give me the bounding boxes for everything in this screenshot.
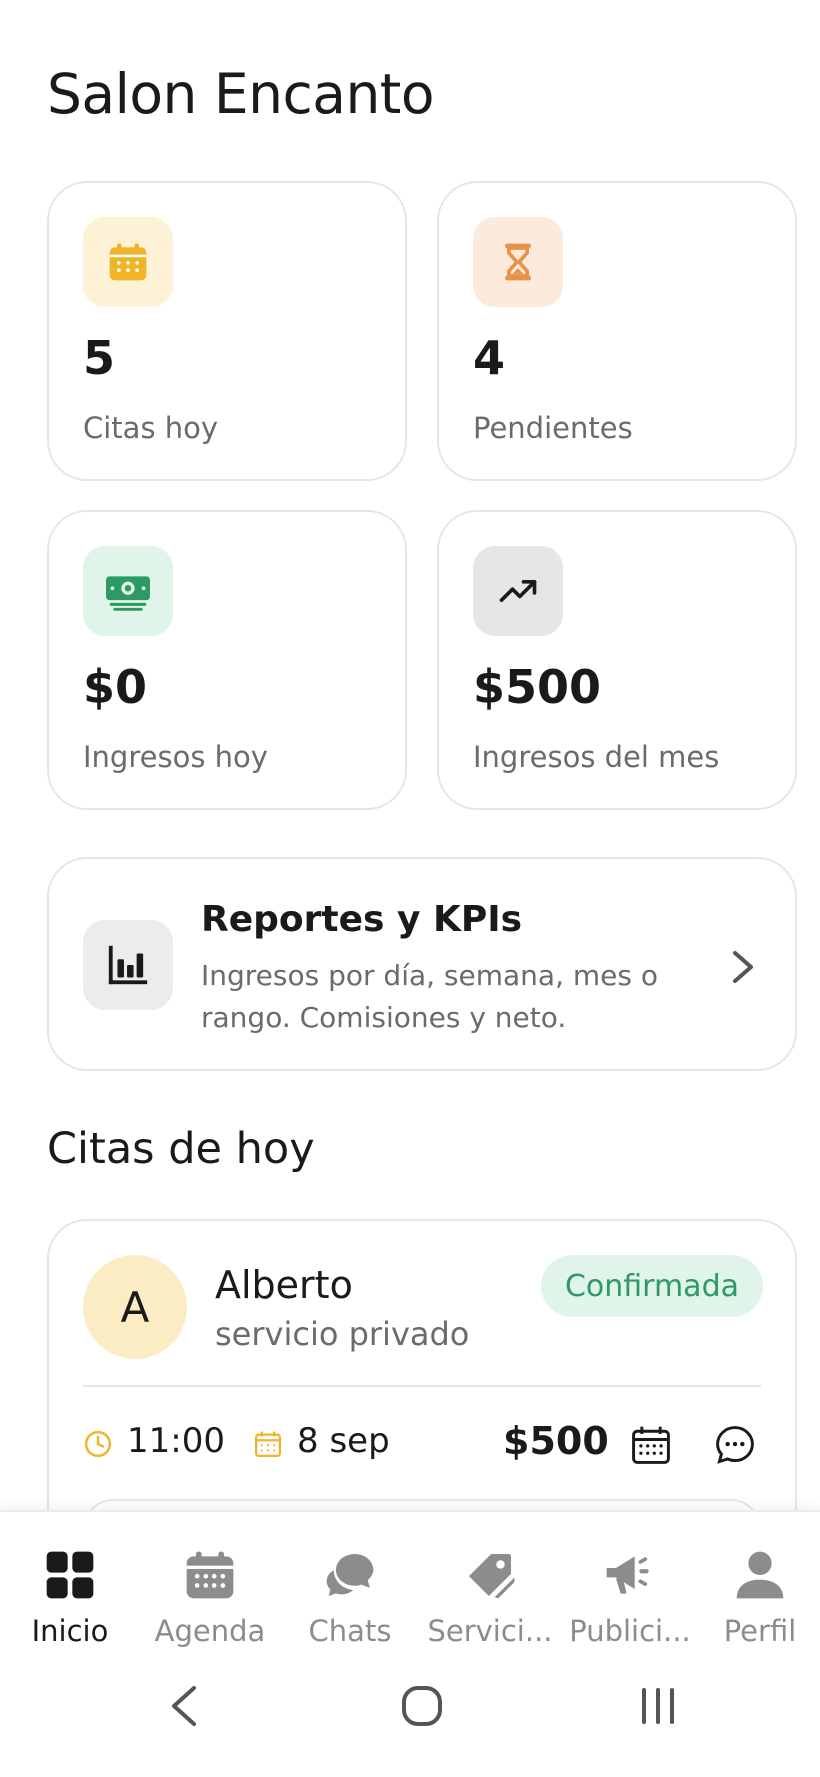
home-icon[interactable] (400, 1684, 444, 1732)
section-title-citas-hoy: Citas de hoy (47, 1124, 315, 1174)
chevron-right-icon (731, 949, 755, 989)
client-name: Alberto (215, 1263, 353, 1307)
stat-value: $500 (473, 660, 602, 714)
back-icon[interactable] (168, 1684, 200, 1732)
stat-value: $0 (83, 660, 148, 714)
nav-item-inicio[interactable]: Inicio (0, 1544, 140, 1654)
grid-icon (0, 1544, 140, 1606)
stat-card-ingresos-mes[interactable]: $500 Ingresos del mes (437, 510, 797, 810)
megaphone-icon (560, 1544, 700, 1606)
service-name: servicio privado (215, 1315, 470, 1353)
stat-label: Ingresos del mes (473, 740, 720, 774)
nav-label: Inicio (31, 1614, 109, 1648)
stat-label: Ingresos hoy (83, 740, 268, 774)
report-description: Ingresos por día, semana, mes o rango. C… (201, 959, 659, 1034)
appointment-date: 8 sep (297, 1421, 390, 1461)
hourglass-icon (473, 217, 563, 307)
stat-label: Citas hoy (83, 411, 219, 445)
nav-label: Agenda (154, 1614, 266, 1648)
nav-label: Publici... (569, 1614, 691, 1648)
stat-card-citas-hoy[interactable]: 5 Citas hoy (47, 181, 407, 481)
person-icon (700, 1544, 820, 1606)
reports-kpis-card[interactable]: Reportes y KPIs Ingresos por día, semana… (47, 857, 797, 1071)
nav-label: Perfil (723, 1614, 797, 1648)
chat-bubbles-icon (280, 1544, 420, 1606)
report-title: Reportes y KPIs (201, 899, 523, 940)
appointment-price: $500 (503, 1419, 609, 1463)
status-badge: Confirmada (540, 1255, 763, 1317)
stat-card-ingresos-hoy[interactable]: $0 Ingresos hoy (47, 510, 407, 810)
divider (83, 1385, 761, 1387)
nav-item-chats[interactable]: Chats (280, 1544, 420, 1654)
bar-chart-icon (83, 920, 173, 1010)
system-nav-bar (0, 1662, 820, 1762)
appointment-time: 11:00 (127, 1421, 225, 1461)
bottom-nav: Inicio Agenda Chats Servici... Publici..… (0, 1510, 820, 1777)
avatar: A (83, 1255, 187, 1359)
clock-icon (83, 1429, 113, 1463)
calendar-small-icon (253, 1429, 283, 1463)
nav-label: Servici... (427, 1614, 553, 1648)
stat-value: 4 (473, 331, 506, 385)
nav-label: Chats (308, 1614, 392, 1648)
nav-item-servicios[interactable]: Servici... (420, 1544, 560, 1654)
nav-item-publicidad[interactable]: Publici... (560, 1544, 700, 1654)
calendar-action-icon[interactable] (629, 1423, 673, 1471)
trend-up-icon (473, 546, 563, 636)
tag-icon (420, 1544, 560, 1606)
appointment-meta-row: 11:00 8 sep $500 (83, 1419, 761, 1469)
calendar-icon (83, 217, 173, 307)
stat-value: 5 (83, 331, 116, 385)
page-title: Salon Encanto (47, 62, 435, 126)
money-icon (83, 546, 173, 636)
stat-card-pendientes[interactable]: 4 Pendientes (437, 181, 797, 481)
recents-icon[interactable] (636, 1684, 680, 1732)
nav-item-perfil[interactable]: Perfil (700, 1544, 820, 1654)
stat-label: Pendientes (473, 411, 633, 445)
calendar-icon (140, 1544, 280, 1606)
chat-action-icon[interactable] (713, 1423, 757, 1471)
nav-item-agenda[interactable]: Agenda (140, 1544, 280, 1654)
